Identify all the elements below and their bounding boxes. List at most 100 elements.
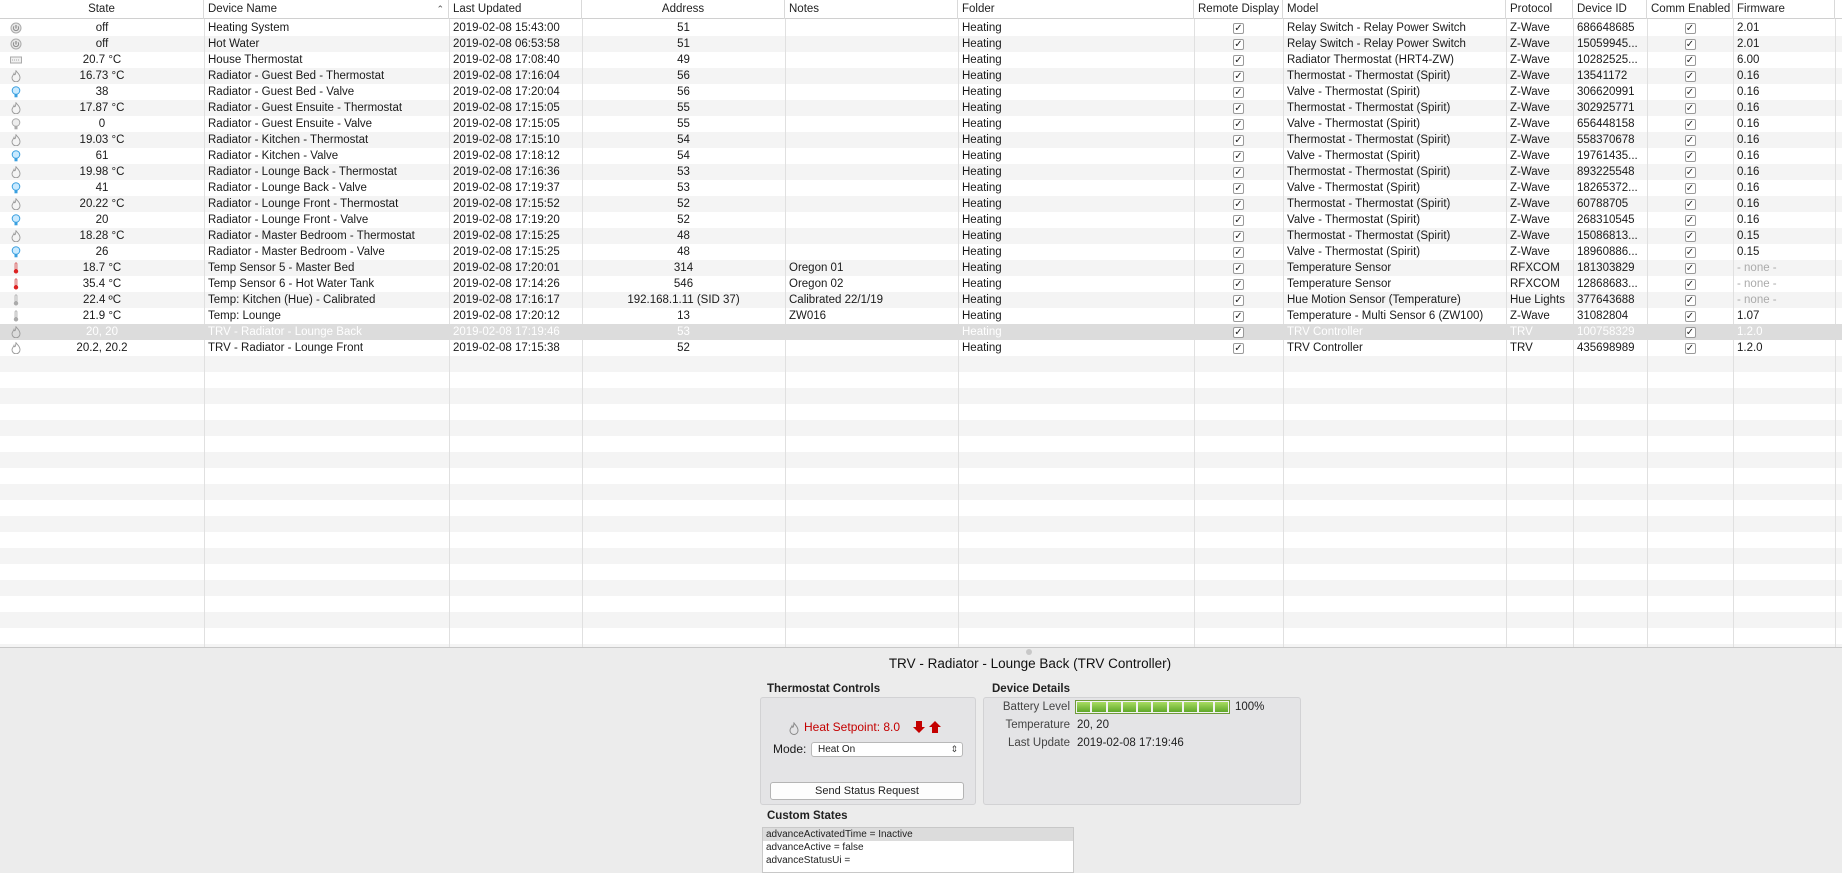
remote-display-checkbox[interactable]: ✓ — [1194, 164, 1283, 180]
remote-display-checkbox[interactable]: ✓ — [1194, 196, 1283, 212]
column-header-comm-enabled[interactable]: Comm Enabled — [1647, 0, 1733, 19]
remote-display-checkbox[interactable]: ✓ — [1194, 148, 1283, 164]
cell-name: Hot Water — [208, 38, 260, 50]
table-row[interactable]: 17.87 °C Radiator - Guest Ensuite - Therm… — [0, 100, 1842, 116]
custom-states-list[interactable]: advanceActivatedTime = Inactive advanceAc… — [762, 827, 1074, 873]
remote-display-checkbox[interactable]: ✓ — [1194, 292, 1283, 308]
table-row[interactable]: 26 Radiator - Master Bedroom - Valve 2019-… — [0, 244, 1842, 260]
cell-updated: 2019-02-08 17:20:01 — [453, 262, 560, 274]
comm-enabled-checkbox[interactable]: ✓ — [1647, 244, 1733, 260]
table-row[interactable]: off Heating System 2019-02-08 15:43:00 51 He… — [0, 20, 1842, 36]
cell-firmware: 0.16 — [1737, 134, 1760, 146]
remote-display-checkbox[interactable]: ✓ — [1194, 228, 1283, 244]
comm-enabled-checkbox[interactable]: ✓ — [1647, 324, 1733, 340]
table-row[interactable]: 19.98 °C Radiator - Lounge Back - Thermos… — [0, 164, 1842, 180]
table-row[interactable]: 61 Radiator - Kitchen - Valve 2019-02-08 1… — [0, 148, 1842, 164]
table-row[interactable]: 18.28 °C Radiator - Master Bedroom - Ther… — [0, 228, 1842, 244]
column-header-notes[interactable]: Notes — [785, 0, 958, 19]
cell-address: 56 — [677, 86, 690, 98]
comm-enabled-checkbox[interactable]: ✓ — [1647, 260, 1733, 276]
table-row[interactable]: 20.7 °C House Thermostat 2019-02-08 17:08:… — [0, 52, 1842, 68]
remote-display-checkbox[interactable]: ✓ — [1194, 36, 1283, 52]
cell-protocol: TRV — [1510, 326, 1533, 338]
remote-display-checkbox[interactable]: ✓ — [1194, 132, 1283, 148]
remote-display-checkbox[interactable]: ✓ — [1194, 212, 1283, 228]
comm-enabled-checkbox[interactable]: ✓ — [1647, 20, 1733, 36]
column-header-remote-display[interactable]: Remote Display — [1194, 0, 1283, 19]
column-header-folder[interactable]: Folder — [958, 0, 1194, 19]
comm-enabled-checkbox[interactable]: ✓ — [1647, 164, 1733, 180]
cell-state: 26 — [95, 246, 109, 258]
column-header-device-id[interactable]: Device ID — [1573, 0, 1647, 19]
comm-enabled-checkbox[interactable]: ✓ — [1647, 180, 1733, 196]
custom-state-item[interactable]: advanceStatusUi = — [763, 854, 1073, 867]
remote-display-checkbox[interactable]: ✓ — [1194, 100, 1283, 116]
remote-display-checkbox[interactable]: ✓ — [1194, 260, 1283, 276]
table-row[interactable]: 0 Radiator - Guest Ensuite - Valve 2019-02… — [0, 116, 1842, 132]
column-header-device-name[interactable]: Device Name ⌃ — [204, 0, 449, 19]
comm-enabled-checkbox[interactable]: ✓ — [1647, 196, 1733, 212]
remote-display-checkbox[interactable]: ✓ — [1194, 340, 1283, 356]
remote-display-checkbox[interactable]: ✓ — [1194, 84, 1283, 100]
table-row[interactable]: off Hot Water 2019-02-08 06:53:58 51 Heating… — [0, 36, 1842, 52]
table-row[interactable]: 21.9 °C Temp: Lounge 2019-02-08 17:20:12 13… — [0, 308, 1842, 324]
comm-enabled-checkbox[interactable]: ✓ — [1647, 68, 1733, 84]
checkmark-icon: ✓ — [1233, 295, 1244, 306]
column-header-model[interactable]: Model — [1283, 0, 1506, 19]
send-status-request-button[interactable]: Send Status Request — [770, 782, 964, 800]
comm-enabled-checkbox[interactable]: ✓ — [1647, 340, 1733, 356]
table-row[interactable]: 20.2, 20.2 TRV - Radiator - Lounge Front 2… — [0, 340, 1842, 356]
remote-display-checkbox[interactable]: ✓ — [1194, 20, 1283, 36]
comm-enabled-checkbox[interactable]: ✓ — [1647, 36, 1733, 52]
comm-enabled-checkbox[interactable]: ✓ — [1647, 116, 1733, 132]
column-header-address[interactable]: Address — [582, 0, 785, 19]
cell-state: 20.7 °C — [82, 54, 122, 66]
remote-display-checkbox[interactable]: ✓ — [1194, 180, 1283, 196]
cell-name: House Thermostat — [208, 54, 303, 66]
table-row[interactable]: 38 Radiator - Guest Bed - Valve 2019-02-08… — [0, 84, 1842, 100]
table-row[interactable]: 16.73 °C Radiator - Guest Bed - Thermosta… — [0, 68, 1842, 84]
table-row[interactable]: 20.22 °C Radiator - Lounge Front - Thermo… — [0, 196, 1842, 212]
remote-display-checkbox[interactable]: ✓ — [1194, 52, 1283, 68]
column-header-protocol[interactable]: Protocol — [1506, 0, 1573, 19]
table-row[interactable]: 20, 20 TRV - Radiator - Lounge Back 2019-0… — [0, 324, 1842, 340]
comm-enabled-checkbox[interactable]: ✓ — [1647, 292, 1733, 308]
comm-enabled-checkbox[interactable]: ✓ — [1647, 276, 1733, 292]
comm-enabled-checkbox[interactable]: ✓ — [1647, 308, 1733, 324]
remote-display-checkbox[interactable]: ✓ — [1194, 116, 1283, 132]
comm-enabled-checkbox[interactable]: ✓ — [1647, 148, 1733, 164]
remote-display-checkbox[interactable]: ✓ — [1194, 324, 1283, 340]
checkmark-icon: ✓ — [1233, 263, 1244, 274]
cell-name: Radiator - Lounge Front - Valve — [208, 214, 369, 226]
column-header-firmware[interactable]: Firmware — [1733, 0, 1835, 19]
custom-state-item[interactable]: advanceActivatedTime = Inactive — [763, 828, 1073, 841]
device-table[interactable]: State Device Name ⌃ Last Updated Address… — [0, 0, 1842, 648]
remote-display-checkbox[interactable]: ✓ — [1194, 68, 1283, 84]
comm-enabled-checkbox[interactable]: ✓ — [1647, 212, 1733, 228]
comm-enabled-checkbox[interactable]: ✓ — [1647, 132, 1733, 148]
table-row[interactable]: 22.4 ºC Temp: Kitchen (Hue) - Calibrated 2… — [0, 292, 1842, 308]
comm-enabled-checkbox[interactable]: ✓ — [1647, 52, 1733, 68]
remote-display-checkbox[interactable]: ✓ — [1194, 276, 1283, 292]
remote-display-checkbox[interactable]: ✓ — [1194, 308, 1283, 324]
table-row[interactable]: 18.7 °C Temp Sensor 5 - Master Bed 2019-02… — [0, 260, 1842, 276]
comm-enabled-checkbox[interactable]: ✓ — [1647, 228, 1733, 244]
checkmark-icon: ✓ — [1233, 231, 1244, 242]
split-view-handle[interactable] — [1026, 649, 1032, 655]
table-row[interactable]: 41 Radiator - Lounge Back - Valve 2019-02-… — [0, 180, 1842, 196]
cell-folder: Heating — [962, 310, 1002, 322]
remote-display-checkbox[interactable]: ✓ — [1194, 244, 1283, 260]
decrease-setpoint-arrow-icon[interactable] — [912, 720, 926, 734]
table-row[interactable]: 20 Radiator - Lounge Front - Valve 2019-02… — [0, 212, 1842, 228]
comm-enabled-checkbox[interactable]: ✓ — [1647, 84, 1733, 100]
column-header-state[interactable]: State — [0, 0, 204, 19]
cell-device-id: 686648685 — [1577, 22, 1635, 34]
custom-state-item[interactable]: advanceActive = false — [763, 841, 1073, 854]
increase-setpoint-arrow-icon[interactable] — [928, 720, 942, 734]
table-row[interactable]: 35.4 °C Temp Sensor 6 - Hot Water Tank 201… — [0, 276, 1842, 292]
column-header-last-updated[interactable]: Last Updated — [449, 0, 582, 19]
comm-enabled-checkbox[interactable]: ✓ — [1647, 100, 1733, 116]
last-update-label: Last Update — [1007, 737, 1070, 749]
table-row[interactable]: 19.03 °C Radiator - Kitchen - Thermostat 2… — [0, 132, 1842, 148]
mode-select[interactable]: Heat On ⇕ — [811, 742, 963, 757]
